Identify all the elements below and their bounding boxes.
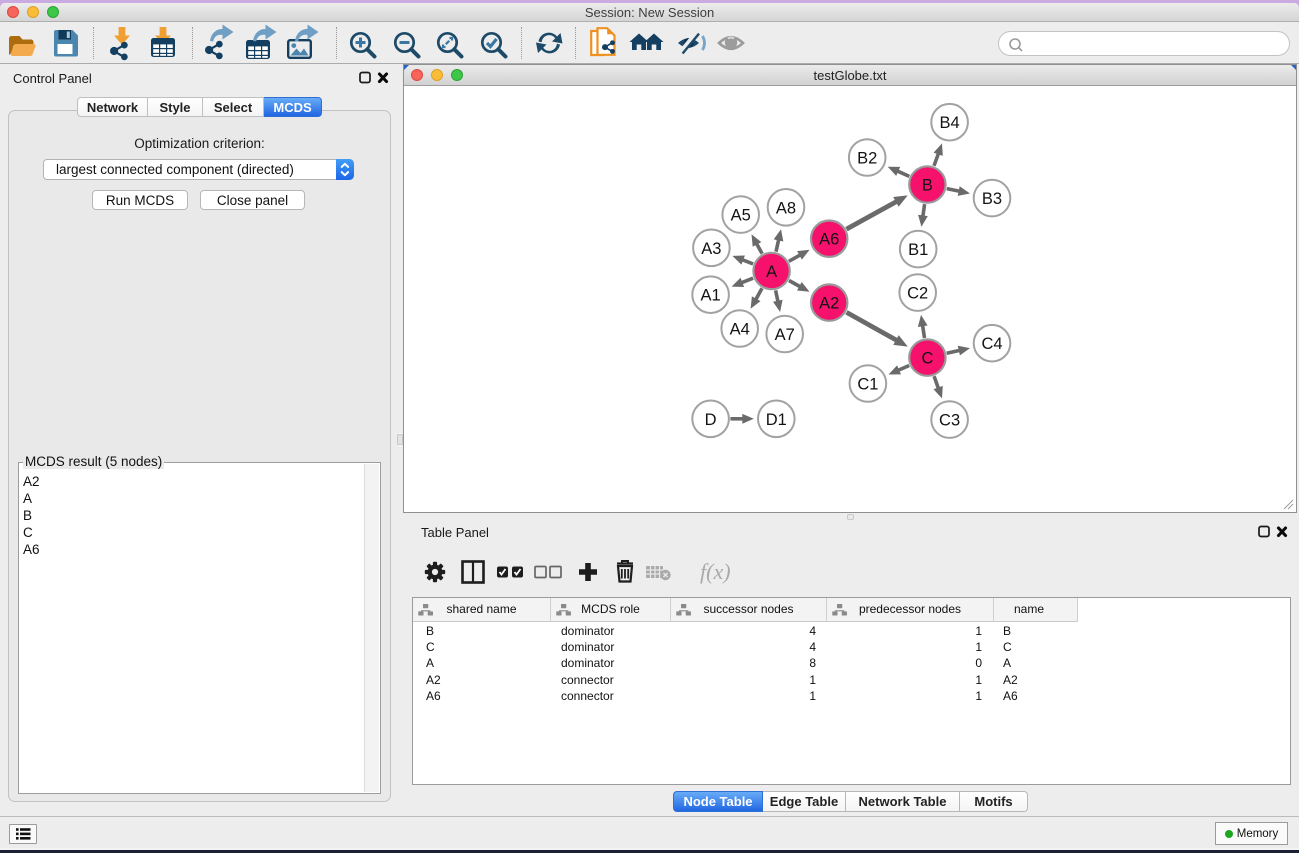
svg-text:A5: A5	[731, 207, 751, 225]
svg-text:C2: C2	[907, 285, 928, 303]
svg-text:C4: C4	[981, 335, 1002, 353]
svg-text:f(x): f(x)	[700, 559, 731, 584]
svg-text:A1: A1	[701, 287, 721, 305]
svg-text:A7: A7	[775, 326, 795, 344]
svg-text:B4: B4	[940, 114, 960, 132]
svg-text:A4: A4	[730, 321, 750, 339]
svg-text:C1: C1	[857, 376, 878, 394]
svg-text:B1: B1	[908, 241, 928, 259]
svg-text:A6: A6	[819, 231, 839, 249]
svg-text:A2: A2	[819, 295, 839, 313]
svg-text:B: B	[922, 177, 933, 195]
svg-text:D: D	[705, 411, 717, 429]
svg-text:A: A	[766, 263, 777, 281]
svg-text:A3: A3	[701, 240, 721, 258]
svg-text:B2: B2	[857, 150, 877, 168]
svg-text:C: C	[921, 350, 933, 368]
svg-text:D1: D1	[766, 411, 787, 429]
svg-text:A8: A8	[776, 199, 796, 217]
svg-text:C3: C3	[939, 412, 960, 430]
svg-text:B3: B3	[982, 190, 1002, 208]
